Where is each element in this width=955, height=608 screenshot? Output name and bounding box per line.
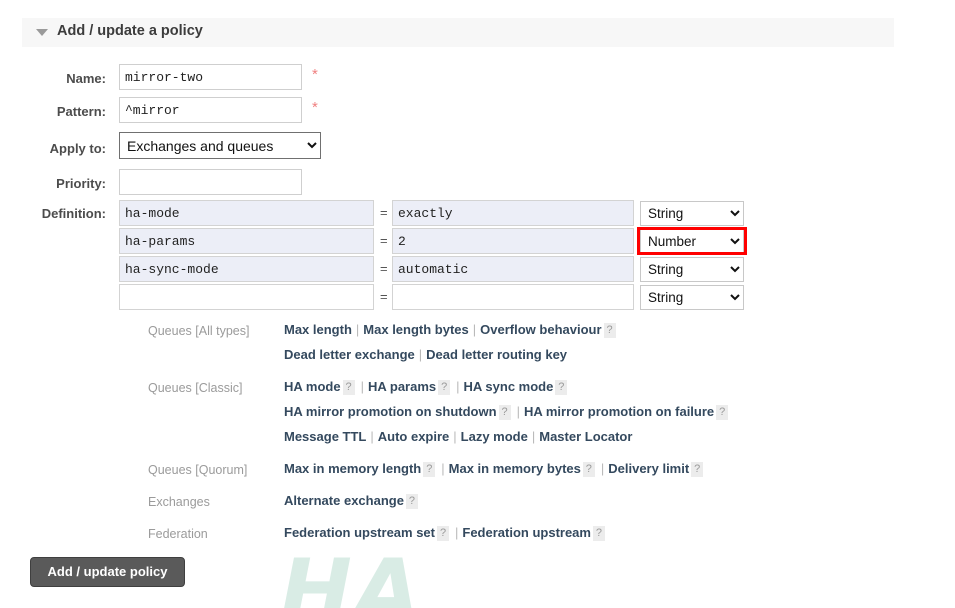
caret-down-icon[interactable] bbox=[36, 29, 48, 36]
help-icon[interactable]: ? bbox=[592, 526, 605, 541]
definition-type-select[interactable]: StringNumberBooleanList bbox=[640, 201, 744, 226]
hint-line: Message TTL | Auto expire | Lazy mode | Master… bbox=[284, 429, 632, 444]
help-icon[interactable]: ? bbox=[716, 405, 729, 420]
hint-line: Dead letter exchange | Dead letter routing… bbox=[284, 347, 567, 362]
hint-link[interactable]: HA sync mode bbox=[464, 379, 554, 394]
page-title: Add / update a policy bbox=[57, 23, 203, 39]
pattern-required-marker: * bbox=[312, 99, 318, 116]
hint-separator: | bbox=[455, 525, 459, 540]
help-icon[interactable]: ? bbox=[603, 323, 616, 338]
hint-link[interactable]: HA mode bbox=[284, 379, 341, 394]
hint-link[interactable]: Alternate exchange bbox=[284, 493, 404, 508]
hint-link[interactable]: Delivery limit bbox=[608, 461, 689, 476]
add-update-policy-button[interactable]: Add / update policy bbox=[30, 557, 185, 587]
definition-equals-sign: = bbox=[380, 289, 388, 304]
hint-link[interactable]: Message TTL bbox=[284, 429, 366, 444]
hint-link[interactable]: Max length bytes bbox=[363, 322, 468, 337]
definition-equals-sign: = bbox=[380, 205, 388, 220]
hint-separator: | bbox=[370, 429, 374, 444]
hint-separator: | bbox=[355, 322, 360, 337]
help-icon[interactable]: ? bbox=[437, 526, 449, 541]
hint-link[interactable]: HA mirror promotion on failure bbox=[524, 404, 714, 419]
hint-separator: | bbox=[472, 322, 477, 337]
help-icon[interactable]: ? bbox=[438, 380, 451, 395]
hint-link[interactable]: Dead letter routing key bbox=[426, 347, 567, 362]
hint-link[interactable]: Master Locator bbox=[539, 429, 632, 444]
definition-key-input[interactable] bbox=[119, 284, 374, 310]
help-icon[interactable]: ? bbox=[423, 462, 436, 477]
hint-group-label: Queues [Classic] bbox=[148, 381, 243, 395]
hint-separator: | bbox=[600, 461, 605, 476]
hint-line: HA mirror promotion on shutdown? | HA mirr… bbox=[284, 404, 730, 420]
hint-line: Max in memory length? | Max in memory byte… bbox=[284, 461, 705, 477]
help-icon[interactable]: ? bbox=[691, 462, 704, 477]
hint-link[interactable]: HA mirror promotion on shutdown bbox=[284, 404, 497, 419]
help-icon[interactable]: ? bbox=[342, 380, 355, 395]
definition-value-input[interactable] bbox=[392, 228, 634, 254]
hint-link[interactable]: Lazy mode bbox=[461, 429, 528, 444]
hint-separator: | bbox=[456, 379, 460, 394]
definition-type-select[interactable]: StringNumberBooleanList bbox=[640, 257, 744, 282]
hint-line: HA mode? | HA params? | HA sync mode? bbox=[284, 379, 569, 395]
priority-label: Priority: bbox=[56, 176, 106, 191]
hint-separator: | bbox=[516, 404, 520, 419]
help-icon[interactable]: ? bbox=[555, 380, 568, 395]
definition-value-input[interactable] bbox=[392, 284, 634, 310]
hint-line: Max length | Max length bytes | Overflow beh… bbox=[284, 322, 618, 338]
section-header[interactable]: Add / update a policy bbox=[22, 18, 894, 47]
hint-link[interactable]: Max in memory length bbox=[284, 461, 421, 476]
priority-input[interactable] bbox=[119, 169, 302, 195]
hint-link[interactable]: Auto expire bbox=[378, 429, 450, 444]
definition-key-input[interactable] bbox=[119, 256, 374, 282]
hint-group-label: Queues [Quorum] bbox=[148, 463, 248, 477]
watermark-text: HA bbox=[280, 548, 423, 608]
hint-link[interactable]: Max in memory bytes bbox=[449, 461, 581, 476]
hint-link[interactable]: Overflow behaviour bbox=[480, 322, 601, 337]
watermark: HA bbox=[280, 548, 700, 608]
pattern-input[interactable] bbox=[119, 97, 302, 123]
hint-group-label: Exchanges bbox=[148, 495, 210, 509]
hint-separator: | bbox=[360, 379, 364, 394]
apply-to-label: Apply to: bbox=[49, 141, 106, 156]
hint-link[interactable]: Dead letter exchange bbox=[284, 347, 415, 362]
hint-line: Alternate exchange? bbox=[284, 493, 420, 509]
hint-separator: | bbox=[531, 429, 536, 444]
definition-label: Definition: bbox=[41, 206, 106, 221]
help-icon[interactable]: ? bbox=[405, 494, 418, 509]
help-icon[interactable]: ? bbox=[498, 405, 511, 420]
hint-separator: | bbox=[441, 461, 445, 476]
definition-equals-sign: = bbox=[380, 233, 388, 248]
hint-link[interactable]: HA params bbox=[368, 379, 436, 394]
name-input[interactable] bbox=[119, 64, 302, 90]
definition-value-input[interactable] bbox=[392, 200, 634, 226]
hint-link[interactable]: Max length bbox=[284, 322, 352, 337]
definition-key-input[interactable] bbox=[119, 228, 374, 254]
help-icon[interactable]: ? bbox=[582, 462, 595, 477]
hint-link[interactable]: Federation upstream set bbox=[284, 525, 435, 540]
hint-separator: | bbox=[418, 347, 423, 362]
apply-to-select[interactable]: Exchanges and queuesExchangesQueues bbox=[119, 132, 321, 159]
hint-line: Federation upstream set? | Federation upst… bbox=[284, 525, 607, 541]
name-required-marker: * bbox=[312, 66, 318, 83]
definition-type-select[interactable]: StringNumberBooleanList bbox=[640, 285, 744, 310]
definition-value-input[interactable] bbox=[392, 256, 634, 282]
hint-group-label: Queues [All types] bbox=[148, 324, 250, 338]
definition-equals-sign: = bbox=[380, 261, 388, 276]
hint-link[interactable]: Federation upstream bbox=[462, 525, 591, 540]
definition-key-input[interactable] bbox=[119, 200, 374, 226]
hint-group-label: Federation bbox=[148, 527, 208, 541]
pattern-label: Pattern: bbox=[56, 104, 106, 119]
definition-type-select[interactable]: StringNumberBooleanList bbox=[640, 229, 744, 254]
name-label: Name: bbox=[66, 71, 106, 86]
hint-separator: | bbox=[453, 429, 457, 444]
